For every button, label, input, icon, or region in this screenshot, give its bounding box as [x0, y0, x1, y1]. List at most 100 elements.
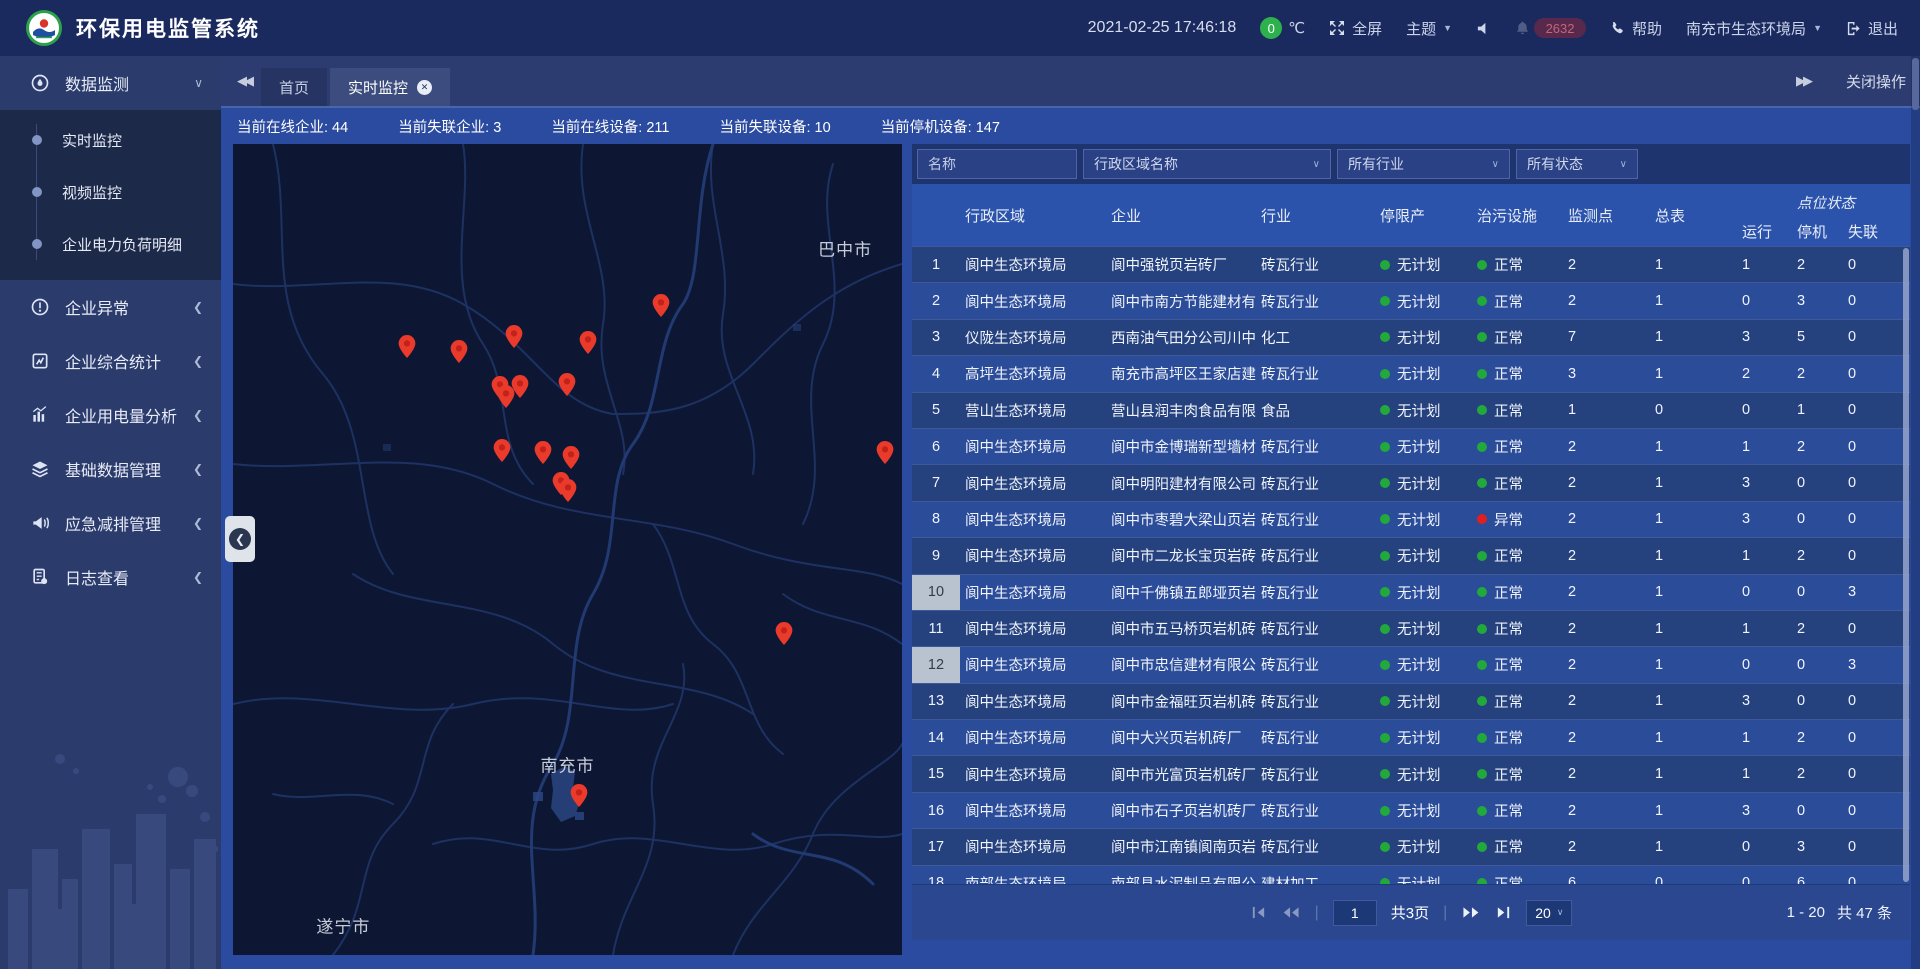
sidebar-item-data-monitor[interactable]: 数据监测∨	[0, 56, 221, 110]
table-row[interactable]: 11阆中生态环境局阆中市五马桥页岩机砖砖瓦行业无计划正常21120	[912, 610, 1910, 646]
cell-company[interactable]: 阆中千佛镇五郎垭页岩	[1111, 582, 1261, 603]
city-skyline-decoration	[0, 739, 221, 969]
cell-facility-status: 正常	[1477, 836, 1568, 857]
table-header: 行政区域 企业 行业 停限产 治污设施 监测点 总表 点位状态 运行 停机 失联	[912, 184, 1910, 246]
cell-company[interactable]: 阆中市金博瑞新型墙材	[1111, 436, 1261, 457]
table-row[interactable]: 15阆中生态环境局阆中市光富页岩机砖厂砖瓦行业无计划正常21120	[912, 755, 1910, 791]
table-row[interactable]: 1阆中生态环境局阆中强锐页岩砖厂砖瓦行业无计划正常21120	[912, 246, 1910, 282]
tab-close-icon[interactable]: ✕	[417, 80, 432, 95]
industry-filter-value: 所有行业	[1348, 154, 1404, 174]
table-row[interactable]: 16阆中生态环境局阆中市石子页岩机砖厂砖瓦行业无计划正常21300	[912, 792, 1910, 828]
cell-company[interactable]: 阆中市忠信建材有限公	[1111, 654, 1261, 675]
sidebar-item-stats-box[interactable]: 企业综合统计❮	[0, 334, 221, 388]
fullscreen-button[interactable]: 全屏	[1329, 18, 1382, 39]
map-pin-icon[interactable]	[505, 325, 522, 348]
help-button[interactable]: 帮助	[1610, 18, 1662, 39]
sidebar-subitem[interactable]: 视频监控	[0, 166, 221, 218]
last-page-button[interactable]	[1495, 904, 1512, 921]
map-pin-icon[interactable]	[580, 331, 597, 354]
tabs-scroll-left-button[interactable]: ◀◀	[227, 73, 261, 89]
table-row[interactable]: 6阆中生态环境局阆中市金博瑞新型墙材砖瓦行业无计划正常21120	[912, 428, 1910, 464]
tab-首页[interactable]: 首页	[261, 68, 327, 106]
status-dot-green	[1380, 733, 1390, 743]
cell-company[interactable]: 西南油气田分公司川中	[1111, 327, 1261, 348]
cell-lost-count: 3	[1848, 584, 1910, 600]
table-row[interactable]: 7阆中生态环境局阆中明阳建材有限公司砖瓦行业无计划正常21300	[912, 464, 1910, 500]
sound-mute-button[interactable]	[1476, 21, 1491, 36]
table-row[interactable]: 9阆中生态环境局阆中市二龙长宝页岩砖砖瓦行业无计划正常21120	[912, 537, 1910, 573]
table-row[interactable]: 2阆中生态环境局阆中市南方节能建材有砖瓦行业无计划正常21030	[912, 282, 1910, 318]
table-row[interactable]: 8阆中生态环境局阆中市枣碧大梁山页岩砖瓦行业无计划异常21300	[912, 501, 1910, 537]
window-scrollbar[interactable]	[1911, 56, 1920, 969]
cell-company[interactable]: 阆中市光富页岩机砖厂	[1111, 764, 1261, 785]
map-pin-icon[interactable]	[877, 441, 894, 464]
sidebar-item-alert-circle[interactable]: 企业异常❮	[0, 280, 221, 334]
sidebar-item-megaphone[interactable]: 应急减排管理❮	[0, 496, 221, 550]
table-row[interactable]: 13阆中生态环境局阆中市金福旺页岩机砖砖瓦行业无计划正常21300	[912, 683, 1910, 719]
map-pin-icon[interactable]	[570, 784, 587, 807]
map-pin-icon[interactable]	[493, 439, 510, 462]
map-pin-icon[interactable]	[776, 622, 793, 645]
cell-company[interactable]: 南充市高坪区王家店建	[1111, 363, 1261, 384]
map-pin-icon[interactable]	[653, 294, 670, 317]
cell-lost-count: 0	[1848, 875, 1910, 884]
cell-company[interactable]: 阆中市二龙长宝页岩砖	[1111, 545, 1261, 566]
page-size-select[interactable]: 20 ∨	[1526, 900, 1572, 926]
table-row[interactable]: 12阆中生态环境局阆中市忠信建材有限公砖瓦行业无计划正常21003	[912, 646, 1910, 682]
close-operations-button[interactable]: 关闭操作	[1846, 71, 1906, 92]
theme-dropdown[interactable]: 主题 ▼	[1406, 18, 1452, 39]
cell-company[interactable]: 阆中强锐页岩砖厂	[1111, 254, 1261, 275]
previous-page-button[interactable]	[1281, 904, 1301, 921]
cell-industry: 砖瓦行业	[1261, 473, 1380, 494]
map-pin-icon[interactable]	[451, 340, 468, 363]
sidebar-item-bar-chart[interactable]: 企业用电量分析❮	[0, 388, 221, 442]
cell-total-meters: 1	[1655, 584, 1742, 600]
sidebar-item-layers[interactable]: 基础数据管理❮	[0, 442, 221, 496]
industry-filter-select[interactable]: 所有行业 ∨	[1337, 149, 1510, 179]
table-row[interactable]: 5营山生态环境局营山县润丰肉食品有限食品无计划正常10010	[912, 392, 1910, 428]
exit-button[interactable]: 退出	[1846, 18, 1898, 39]
window-scrollbar-thumb[interactable]	[1912, 58, 1919, 110]
status-filter-select[interactable]: 所有状态 ∨	[1516, 149, 1638, 179]
sidebar-item-log-file[interactable]: 日志查看❮	[0, 550, 221, 604]
map-collapse-button[interactable]: ❮	[225, 516, 255, 562]
org-dropdown[interactable]: 南充市生态环境局 ▼	[1686, 18, 1822, 39]
cell-company[interactable]: 阆中市江南镇阆南页岩	[1111, 836, 1261, 857]
cell-company[interactable]: 南部县水泥制品有限公	[1111, 873, 1261, 884]
map-pin-icon[interactable]	[560, 479, 577, 502]
map-pin-icon[interactable]	[512, 375, 529, 398]
sidebar-subitem[interactable]: 实时监控	[0, 114, 221, 166]
cell-company[interactable]: 阆中市枣碧大梁山页岩	[1111, 509, 1261, 530]
page-number-input[interactable]	[1333, 900, 1377, 926]
cell-company[interactable]: 营山县润丰肉食品有限	[1111, 400, 1261, 421]
map-pin-icon[interactable]	[534, 441, 551, 464]
notifications-button[interactable]: 2632	[1515, 18, 1586, 38]
next-page-button[interactable]	[1461, 904, 1481, 921]
cell-company[interactable]: 阆中大兴页岩机砖厂	[1111, 727, 1261, 748]
row-index: 13	[912, 684, 960, 719]
cell-company[interactable]: 阆中市金福旺页岩机砖	[1111, 691, 1261, 712]
table-row[interactable]: 14阆中生态环境局阆中大兴页岩机砖厂砖瓦行业无计划正常21120	[912, 719, 1910, 755]
map-pin-icon[interactable]	[562, 446, 579, 469]
map-panel[interactable]: 巴中市南充市遂宁市 ❮	[233, 144, 902, 955]
sidebar-subitem[interactable]: 企业电力负荷明细	[0, 218, 221, 270]
cell-facility-status: 正常	[1477, 582, 1568, 603]
cell-company[interactable]: 阆中市南方节能建材有	[1111, 291, 1261, 312]
tab-实时监控[interactable]: 实时监控✕	[330, 68, 450, 106]
table-scrollbar[interactable]	[1903, 248, 1909, 882]
table-row[interactable]: 18南部生态环境局南部县水泥制品有限公建材加工无计划正常60060	[912, 865, 1910, 884]
cell-total-meters: 1	[1655, 366, 1742, 382]
cell-company[interactable]: 阆中明阳建材有限公司	[1111, 473, 1261, 494]
table-row[interactable]: 10阆中生态环境局阆中千佛镇五郎垭页岩砖瓦行业无计划正常21003	[912, 574, 1910, 610]
first-page-button[interactable]	[1250, 904, 1267, 921]
name-filter-input[interactable]	[917, 149, 1077, 179]
map-pin-icon[interactable]	[558, 373, 575, 396]
map-pin-icon[interactable]	[398, 335, 415, 358]
table-row[interactable]: 17阆中生态环境局阆中市江南镇阆南页岩砖瓦行业无计划正常21030	[912, 828, 1910, 864]
region-filter-select[interactable]: 行政区域名称 ∨	[1083, 149, 1331, 179]
table-row[interactable]: 3仪陇生态环境局西南油气田分公司川中化工无计划正常71350	[912, 319, 1910, 355]
table-row[interactable]: 4高坪生态环境局南充市高坪区王家店建砖瓦行业无计划正常31220	[912, 355, 1910, 391]
cell-company[interactable]: 阆中市五马桥页岩机砖	[1111, 618, 1261, 639]
cell-company[interactable]: 阆中市石子页岩机砖厂	[1111, 800, 1261, 821]
tabs-scroll-right-button[interactable]: ▶▶	[1786, 73, 1820, 89]
